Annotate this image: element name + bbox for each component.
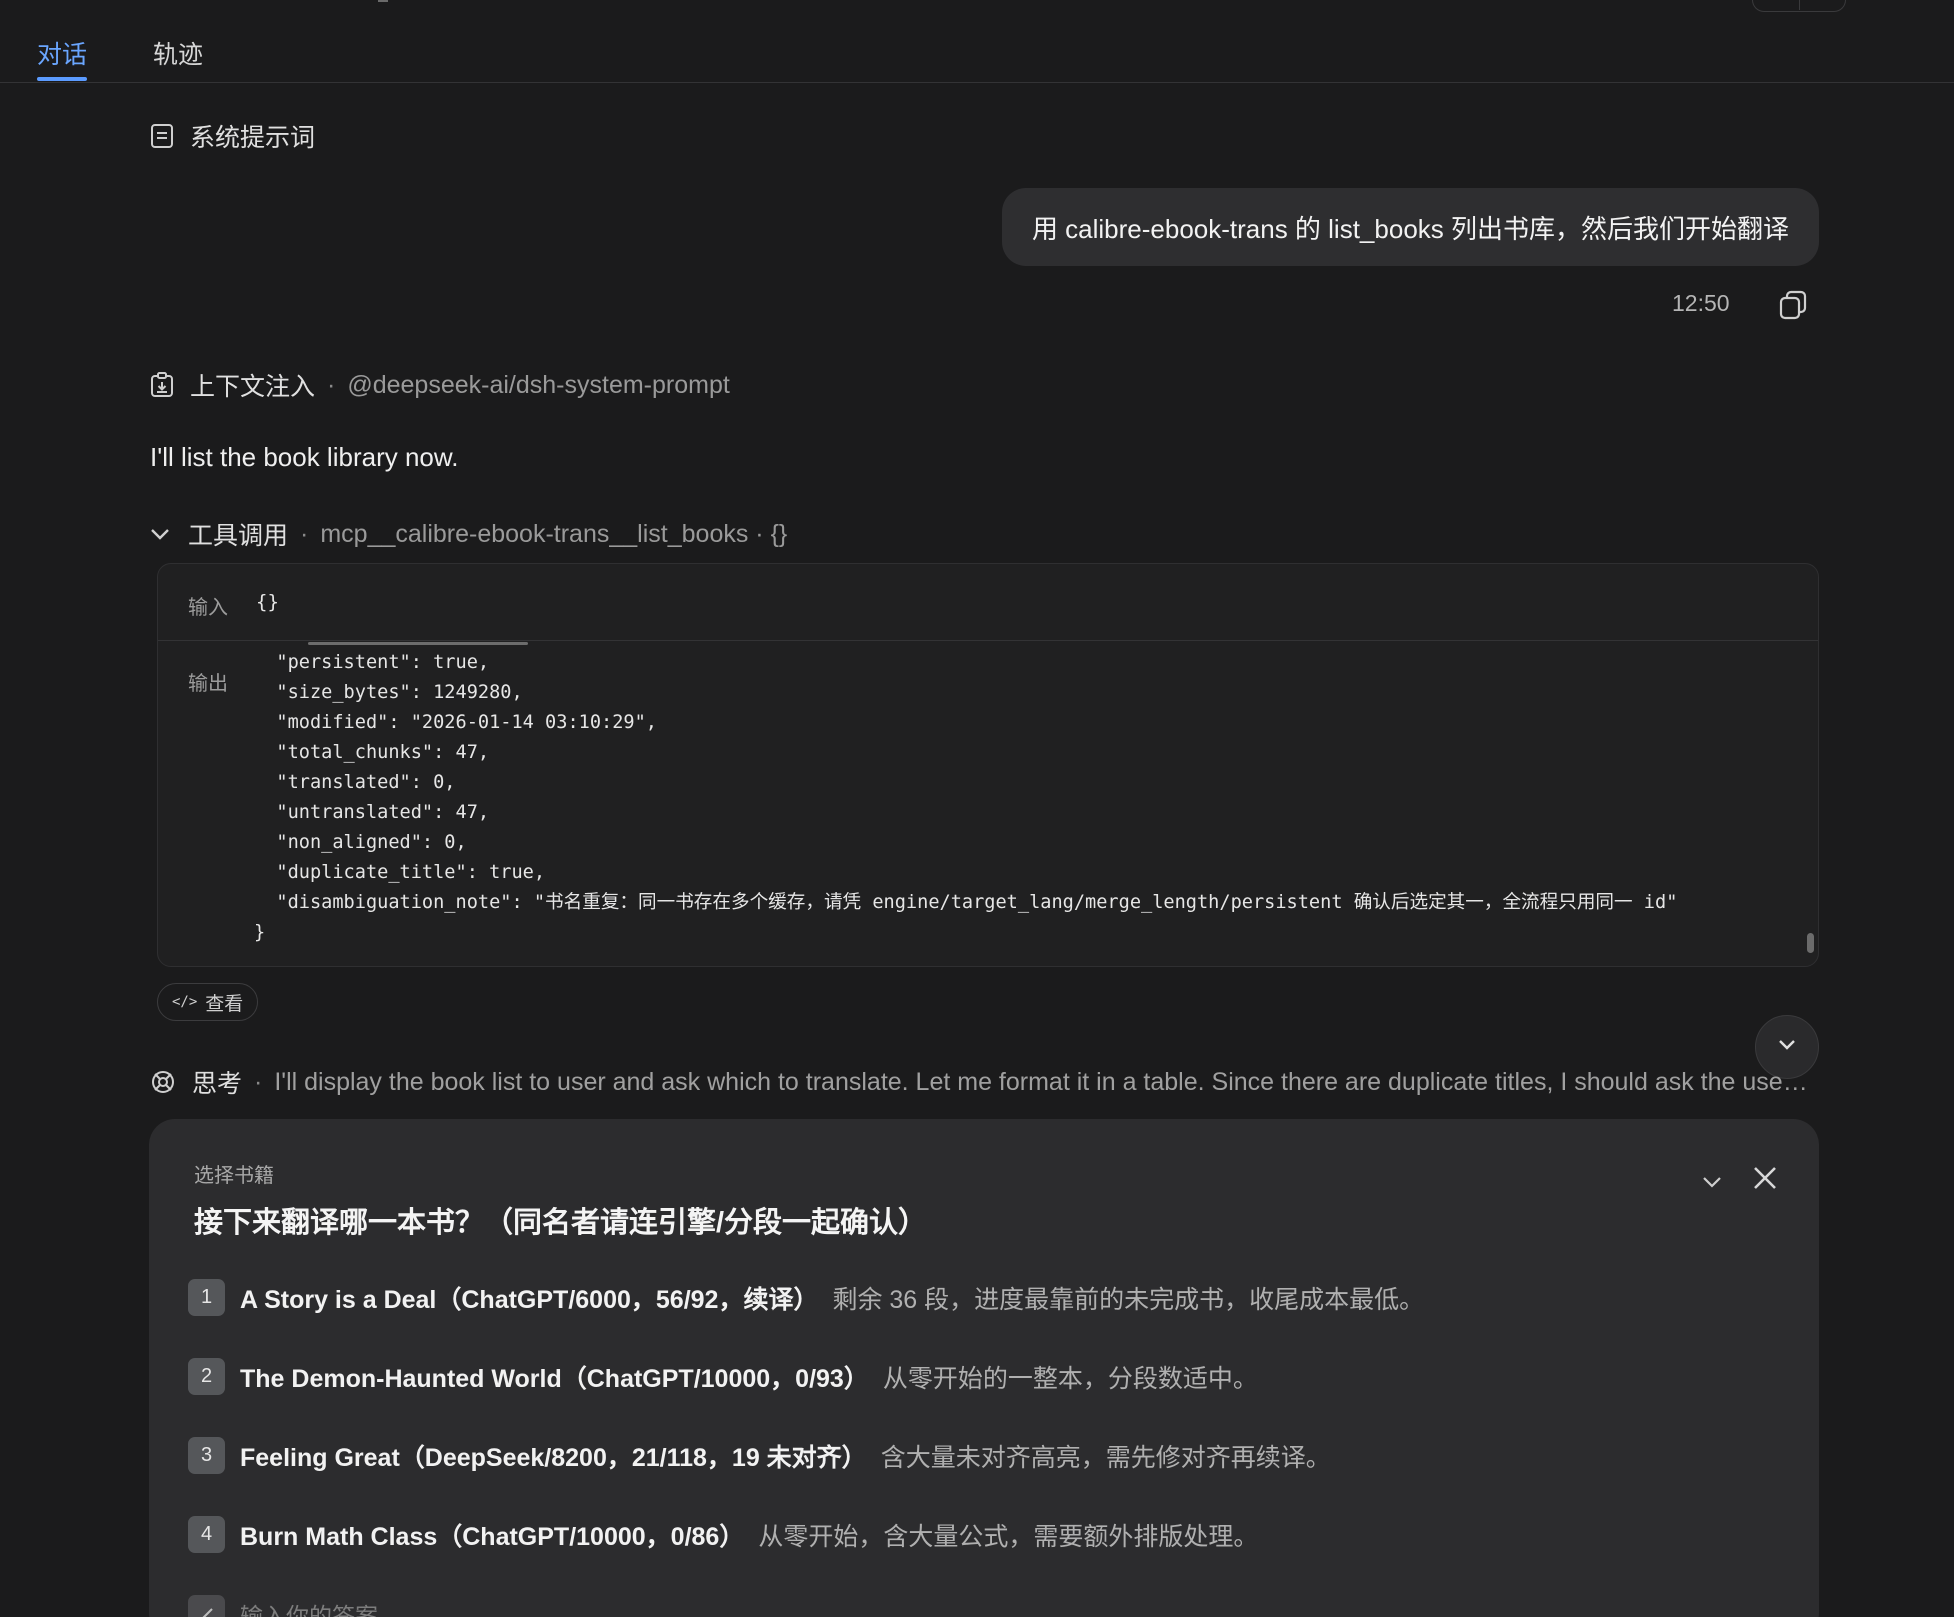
tool-input-label: 输入 [188,597,228,619]
thinking-text: I'll display the book list to user and a… [274,1067,1810,1096]
code-line: "persistent": true, [254,652,490,673]
option-title: A Story is a Deal（ChatGPT/6000，56/92，续译） [240,1285,819,1314]
document-icon [150,123,174,149]
code-line: } [254,922,266,943]
code-line: "modified": "2026-01-14 03:10:29", [254,712,657,733]
option-description: 含大量未对齐高亮，需先修对齐再续译。 [880,1443,1331,1472]
code-icon: </> [172,994,198,1010]
message-timestamp: 12:50 [1672,290,1730,316]
option-4[interactable]: 4 Burn Math Class（ChatGPT/10000，0/86） 从零… [188,1516,1258,1553]
tab-trajectory[interactable]: 轨迹 [153,35,203,71]
tool-output-code: "persistent": true, "size_bytes": 124928… [254,648,1677,948]
thinking-icon [150,1069,176,1095]
output-scrollbar[interactable] [1807,933,1814,953]
code-line: "total_chunks": 47, [254,742,490,763]
user-message-text: 用 calibre-ebook-trans 的 list_books 列出书库，… [1031,213,1789,244]
context-injection-source: @deepseek-ai/dsh-system-prompt [347,370,730,399]
active-tab-indicator [37,77,87,81]
tool-call-header[interactable]: 工具调用 · mcp__calibre-ebook-trans__list_bo… [150,516,787,552]
option-number: 4 [188,1516,225,1553]
tab-bar: 对话 轨迹 [0,0,1954,83]
option-number: 3 [188,1437,225,1474]
code-line: "disambiguation_note": "书名重复：同一书存在多个缓存，请… [254,892,1678,913]
tool-call-panel: 输入 {} 输出 "persistent": true, "size_bytes… [157,563,1819,967]
option-title: Feeling Great（DeepSeek/8200，21/118，19 未对… [240,1443,867,1472]
tool-input-value: {} [256,591,279,613]
user-message-bubble: 用 calibre-ebook-trans 的 list_books 列出书库，… [1001,188,1819,266]
option-3[interactable]: 3 Feeling Great（DeepSeek/8200，21/118，19 … [188,1437,1331,1474]
answer-placeholder: 输入你的答案 [240,1602,378,1617]
separator-dot: · [327,370,336,399]
code-line: "untranslated": 47, [254,802,490,823]
copy-icon[interactable] [1777,288,1809,320]
option-2[interactable]: 2 The Demon-Haunted World（ChatGPT/10000，… [188,1358,1258,1395]
system-prompt-row[interactable]: 系统提示词 [150,118,315,154]
tab-conversation[interactable]: 对话 [37,35,87,71]
view-code-button[interactable]: </> 查看 [157,983,259,1021]
separator-dot: · [300,519,309,548]
close-icon[interactable] [1750,1163,1780,1193]
option-title: The Demon-Haunted World（ChatGPT/10000，0/… [240,1364,869,1393]
chevron-down-icon [150,527,170,541]
card-title: 接下来翻译哪一本书？（同名者请连引擎/分段一起确认） [194,1207,928,1239]
option-number: 1 [188,1279,225,1316]
context-injection-label: 上下文注入 [190,373,316,401]
code-line: "non_aligned": 0, [254,832,467,853]
tool-output-label: 输出 [188,673,228,695]
chevron-down-icon [1777,1038,1797,1056]
code-line: "size_bytes": 1249280, [254,682,523,703]
answer-input[interactable]: 输入你的答案 [188,1595,378,1617]
context-injection-row[interactable]: 上下文注入 · @deepseek-ai/dsh-system-prompt [150,367,730,403]
option-description: 从零开始，含大量公式，需要额外排版处理。 [758,1522,1259,1551]
clipboard-icon [150,372,174,398]
assistant-message-text: I'll list the book library now. [150,442,459,472]
thinking-label: 思考 [192,1070,243,1098]
card-subtitle: 选择书籍 [194,1165,274,1187]
tool-call-label: 工具调用 [188,522,289,550]
option-description: 从零开始的一整本，分段数适中。 [882,1364,1258,1393]
separator-dot: · [254,1067,263,1096]
pencil-icon [188,1595,225,1617]
thinking-row[interactable]: 思考 · I'll display the book list to user … [150,1064,1810,1100]
question-card: 选择书籍 接下来翻译哪一本书？（同名者请连引擎/分段一起确认） 1 A Stor… [149,1119,1819,1617]
view-button-label: 查看 [205,993,244,1015]
option-number: 2 [188,1358,225,1395]
code-line: "duplicate_title": true, [254,862,546,883]
option-description: 剩余 36 段，进度最靠前的未完成书，收尾成本最低。 [832,1285,1425,1314]
option-1[interactable]: 1 A Story is a Deal（ChatGPT/6000，56/92，续… [188,1279,1424,1316]
chevron-down-icon[interactable] [1699,1169,1725,1195]
tool-call-name: mcp__calibre-ebook-trans__list_books · {… [320,519,788,548]
system-prompt-label: 系统提示词 [190,124,316,152]
tool-input-section: 输入 {} [158,564,1818,641]
option-title: Burn Math Class（ChatGPT/10000，0/86） [240,1522,745,1551]
clipped-previous-line [308,635,638,645]
code-line: "translated": 0, [254,772,456,793]
